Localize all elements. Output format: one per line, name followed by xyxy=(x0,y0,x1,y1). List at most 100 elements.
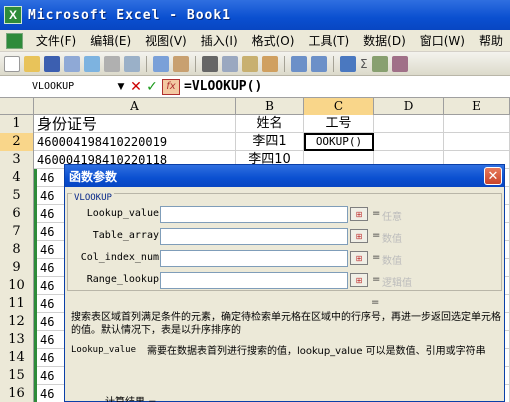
research-icon[interactable] xyxy=(173,55,189,72)
column-header-d[interactable]: D xyxy=(374,98,444,115)
insert-function-button[interactable]: fx xyxy=(162,78,180,95)
argument-type-hint: 数值 xyxy=(382,234,402,245)
cell-b[interactable]: 姓名 xyxy=(236,115,304,133)
cancel-icon[interactable]: ✕ xyxy=(128,79,144,95)
row-header[interactable]: 8 xyxy=(0,241,34,259)
argument-label: Lookup_value xyxy=(86,208,159,219)
row-header[interactable]: 13 xyxy=(0,331,34,349)
autosum-icon[interactable]: Σ xyxy=(360,57,368,71)
dialog-title: 函数参数 xyxy=(69,169,118,184)
menu-data[interactable]: 数据(D) xyxy=(356,32,413,49)
row-header[interactable]: 7 xyxy=(0,223,34,241)
name-box[interactable]: VLOOKUP xyxy=(6,77,114,96)
hyperlink-icon[interactable] xyxy=(340,55,356,72)
select-all-corner[interactable] xyxy=(0,98,34,115)
undo-icon[interactable] xyxy=(291,55,307,72)
dialog-title-bar[interactable]: 函数参数 ✕ xyxy=(65,165,504,187)
row-header[interactable]: 3 xyxy=(0,151,34,169)
menu-insert[interactable]: 插入(I) xyxy=(194,32,245,49)
redo-icon[interactable] xyxy=(311,55,327,72)
menu-tools[interactable]: 工具(T) xyxy=(301,32,356,49)
row-header[interactable]: 12 xyxy=(0,313,34,331)
calculation-result-label: 计算结果 = xyxy=(105,393,157,402)
formula-input[interactable]: =VLOOKUP() xyxy=(184,79,262,94)
cell-e[interactable] xyxy=(444,133,510,151)
column-header-a[interactable]: A xyxy=(34,98,236,115)
menu-help[interactable]: 帮助 xyxy=(472,32,510,49)
cell-a[interactable]: 身份证号 xyxy=(34,115,236,133)
argument-help-text: 需要在数据表首列进行搜索的值，lookup_value 可以是数值、引用或字符串 xyxy=(147,346,486,357)
row-header[interactable]: 6 xyxy=(0,205,34,223)
column-header-e[interactable]: E xyxy=(444,98,510,115)
close-icon[interactable]: ✕ xyxy=(484,167,502,185)
row-header[interactable]: 15 xyxy=(0,367,34,385)
workbook-icon[interactable] xyxy=(6,32,23,49)
paste-icon[interactable] xyxy=(242,55,258,72)
sort-ascending-icon[interactable] xyxy=(371,55,388,72)
argument-row: Lookup_value ⊞ = 任意 xyxy=(68,206,503,224)
row-header[interactable]: 16 xyxy=(0,385,34,402)
open-icon[interactable] xyxy=(24,55,40,72)
menu-window[interactable]: 窗口(W) xyxy=(413,32,472,49)
menu-format[interactable]: 格式(O) xyxy=(245,32,302,49)
active-cell[interactable]: OOKUP() xyxy=(304,133,374,151)
sort-descending-icon[interactable] xyxy=(391,55,408,72)
print-preview-icon[interactable] xyxy=(124,55,140,72)
function-name: VLOOKUP xyxy=(72,193,114,203)
row-header[interactable]: 5 xyxy=(0,187,34,205)
row-header[interactable]: 11 xyxy=(0,295,34,313)
collapse-dialog-icon[interactable]: ⊞ xyxy=(350,229,368,243)
print-icon[interactable] xyxy=(104,55,120,72)
toolbar-separator xyxy=(195,55,196,72)
spelling-icon[interactable] xyxy=(153,55,169,72)
name-box-value: VLOOKUP xyxy=(32,81,75,92)
row-header[interactable]: 10 xyxy=(0,277,34,295)
argument-row: Table_array ⊞ = 数值 xyxy=(68,228,503,246)
cut-icon[interactable] xyxy=(202,55,218,72)
argument-label: Table_array xyxy=(92,230,159,241)
argument-type-hint: 数值 xyxy=(382,256,402,267)
function-group: VLOOKUP Lookup_value ⊞ = 任意 Table_array ⊞ = 数值 C… xyxy=(67,193,502,291)
argument-input[interactable] xyxy=(160,250,348,267)
argument-row: Col_index_num ⊞ = 数值 xyxy=(68,250,503,268)
argument-label: Range_lookup xyxy=(86,274,159,285)
cell-d[interactable] xyxy=(374,133,444,151)
column-header-c[interactable]: C xyxy=(304,98,374,115)
excel-app-icon[interactable]: X xyxy=(4,6,22,24)
permission-icon[interactable] xyxy=(64,55,80,72)
menu-bar: 文件(F) 编辑(E) 视图(V) 插入(I) 格式(O) 工具(T) 数据(D… xyxy=(0,30,510,52)
cell-a[interactable]: 460004198410220019 xyxy=(34,133,236,151)
new-icon[interactable] xyxy=(4,55,20,72)
menu-view[interactable]: 视图(V) xyxy=(138,32,194,49)
argument-equals: = xyxy=(372,208,381,219)
cell-c[interactable]: 工号 xyxy=(304,115,374,133)
collapse-dialog-icon[interactable]: ⊞ xyxy=(350,273,368,287)
toolbar-separator xyxy=(333,55,334,72)
email-icon[interactable] xyxy=(84,55,100,72)
collapse-dialog-icon[interactable]: ⊞ xyxy=(350,251,368,265)
row-header[interactable]: 1 xyxy=(0,115,34,133)
chevron-down-icon[interactable]: ▼ xyxy=(114,82,128,92)
row-header[interactable]: 2 xyxy=(0,133,34,151)
menu-file[interactable]: 文件(F) xyxy=(29,32,83,49)
format-painter-icon[interactable] xyxy=(262,55,278,72)
row-header[interactable]: 14 xyxy=(0,349,34,367)
table-row: 2 460004198410220019 李四1 OOKUP() xyxy=(0,133,510,151)
argument-input[interactable] xyxy=(160,272,348,289)
menu-edit[interactable]: 编辑(E) xyxy=(83,32,138,49)
save-icon[interactable] xyxy=(44,55,60,72)
collapse-dialog-icon[interactable]: ⊞ xyxy=(350,207,368,221)
column-header-b[interactable]: B xyxy=(236,98,304,115)
argument-input[interactable] xyxy=(160,206,348,223)
cell-e[interactable] xyxy=(444,115,510,133)
result-equals: = xyxy=(371,297,380,308)
cell-b[interactable]: 李四1 xyxy=(236,133,304,151)
copy-icon[interactable] xyxy=(222,55,238,72)
cell-d[interactable] xyxy=(374,115,444,133)
enter-icon[interactable]: ✓ xyxy=(144,79,160,95)
row-header[interactable]: 4 xyxy=(0,169,34,187)
row-header[interactable]: 9 xyxy=(0,259,34,277)
toolbar-separator xyxy=(146,55,147,72)
column-headers: A B C D E xyxy=(0,98,510,115)
argument-input[interactable] xyxy=(160,228,348,245)
